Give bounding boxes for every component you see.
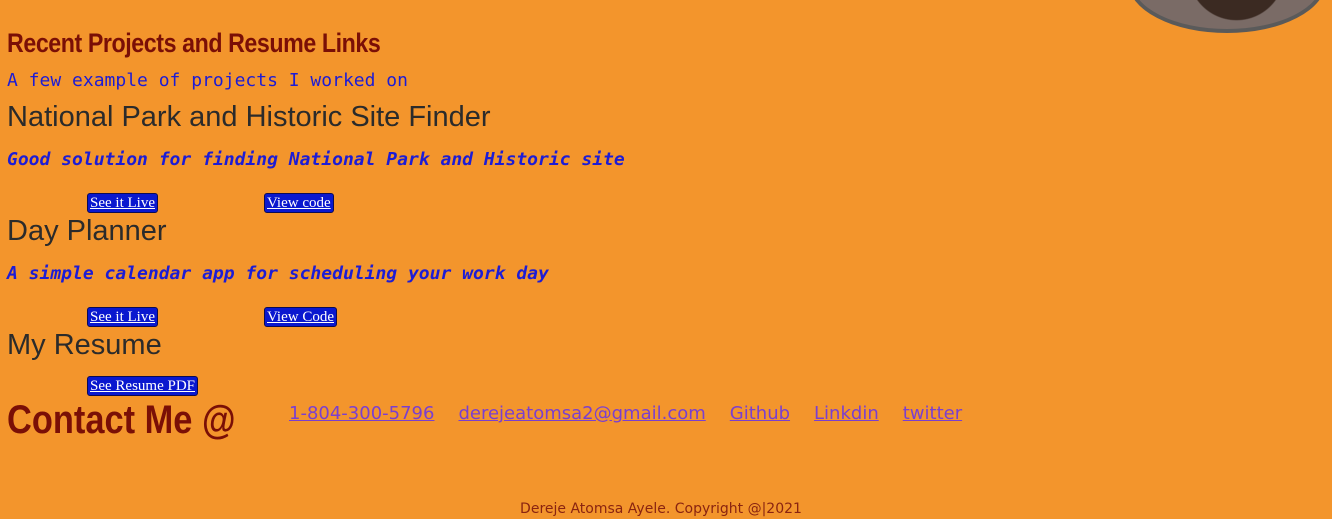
twitter-link[interactable]: twitter [903,403,962,424]
footer-copyright: Dereje Atomsa Ayele. Copyright @|2021 [520,501,802,517]
avatar [1128,0,1326,33]
project-title-park-finder: National Park and Historic Site Finder [7,101,491,133]
section-subtitle: A few example of projects I worked on [7,70,408,91]
section-title: Recent Projects and Resume Links [7,28,381,58]
linkedin-link[interactable]: Linkdin [814,403,879,424]
see-it-live-button-park-finder[interactable]: See it Live [87,193,158,213]
view-code-button-park-finder[interactable]: View code [264,193,334,213]
project-title-day-planner: Day Planner [7,215,167,247]
contact-title: Contact Me @ [7,398,236,442]
contact-links: 1-804-300-5796 derejeatomsa2@gmail.com G… [289,403,962,424]
phone-link[interactable]: 1-804-300-5796 [289,403,434,424]
see-it-live-button-day-planner[interactable]: See it Live [87,307,158,327]
view-code-button-day-planner[interactable]: View Code [264,307,338,327]
github-link[interactable]: Github [730,403,790,424]
project-description-day-planner: A simple calendar app for scheduling you… [7,263,549,284]
project-description-park-finder: Good solution for finding National Park … [7,149,625,170]
resume-title: My Resume [7,329,162,361]
email-link[interactable]: derejeatomsa2@gmail.com [458,403,705,424]
see-resume-pdf-button[interactable]: See Resume PDF [87,376,198,396]
